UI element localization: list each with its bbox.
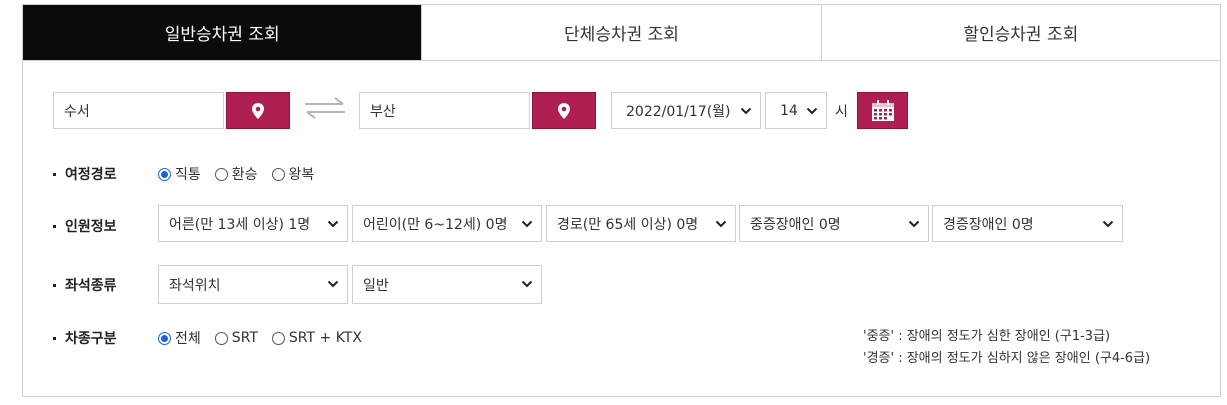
trip-type-label-text: 여정경로 — [65, 167, 117, 183]
radio-label: SRT + KTX — [288, 330, 362, 346]
map-pin-icon — [252, 102, 264, 119]
seat-position-select[interactable]: 좌석위치 — [158, 265, 348, 304]
chevron-down-icon — [521, 220, 533, 228]
adult-count-select[interactable]: 어른(만 13세 이상) 1명 — [158, 205, 348, 242]
severe-disability-count-select[interactable]: 중증장애인 0명 — [739, 205, 929, 242]
radio-unchecked-icon — [271, 331, 285, 345]
radio-label: SRT — [231, 330, 258, 346]
chevron-down-icon — [327, 280, 339, 288]
calendar-button[interactable] — [857, 92, 908, 129]
hour-select[interactable]: 14 — [765, 92, 827, 129]
passengers-label: 인원정보 — [53, 216, 117, 236]
date-value: 2022/01/17(월) — [626, 103, 731, 120]
hour-unit-label: 시 — [835, 104, 848, 120]
departure-station-value: 수서 — [64, 103, 90, 120]
train-type-label: 차종구분 — [53, 328, 117, 348]
tab-group-ticket[interactable]: 단체승차권 조회 — [421, 5, 821, 60]
radio-unchecked-icon — [214, 331, 228, 345]
departure-station-search-button[interactable] — [226, 92, 290, 129]
radio-label: 왕복 — [288, 167, 315, 183]
chevron-down-icon — [715, 220, 727, 228]
train-type-srt-radio[interactable]: SRT — [214, 330, 258, 346]
select-value: 중증장애인 0명 — [750, 216, 841, 233]
map-pin-icon — [558, 102, 570, 119]
train-type-all-radio[interactable]: 전체 — [158, 328, 201, 348]
date-select[interactable]: 2022/01/17(월) — [611, 92, 761, 129]
seat-type-label: 좌석종류 — [53, 275, 117, 295]
tab-discount-ticket[interactable]: 할인승차권 조회 — [820, 5, 1220, 60]
select-value: 경로(만 65세 이상) 0명 — [557, 216, 699, 233]
select-value: 좌석위치 — [169, 277, 221, 294]
select-value: 어른(만 13세 이상) 1명 — [169, 216, 311, 233]
bullet — [53, 172, 56, 176]
select-value: 경증장애인 0명 — [943, 216, 1034, 233]
search-panel: 수서 부산 2022/01/17(월) 14 시 여정경로 직통 환승 왕복 인… — [22, 60, 1221, 397]
arrival-station-input[interactable]: 부산 — [359, 92, 530, 129]
radio-label: 환승 — [231, 167, 258, 183]
bullet — [53, 283, 56, 287]
select-value: 어린이(만 6~12세) 0명 — [363, 216, 508, 233]
chevron-down-icon — [740, 107, 752, 115]
tab-general-ticket[interactable]: 일반승차권 조회 — [23, 5, 422, 60]
radio-checked-icon — [158, 331, 171, 345]
bullet — [53, 336, 56, 340]
trip-type-radio-group: 직통 환승 왕복 — [158, 164, 328, 184]
radio-unchecked-icon — [271, 167, 285, 181]
radio-label: 전체 — [175, 331, 201, 347]
arrival-station-search-button[interactable] — [532, 92, 596, 129]
train-type-radio-group: 전체 SRT SRT + KTX — [158, 328, 376, 348]
severe-disability-note: '중증' : 장애의 정도가 심한 장애인 (구1-3급) — [863, 329, 1111, 344]
train-type-srt-ktx-radio[interactable]: SRT + KTX — [271, 330, 362, 346]
hour-value: 14 — [780, 102, 798, 119]
seat-class-select[interactable]: 일반 — [352, 265, 542, 304]
child-count-select[interactable]: 어린이(만 6~12세) 0명 — [352, 205, 542, 242]
trip-type-roundtrip-radio[interactable]: 왕복 — [271, 164, 315, 184]
chevron-down-icon — [806, 107, 818, 115]
arrival-station-value: 부산 — [370, 103, 396, 120]
senior-count-select[interactable]: 경로(만 65세 이상) 0명 — [546, 205, 736, 242]
select-value: 일반 — [363, 277, 389, 294]
radio-label: 직통 — [175, 167, 201, 183]
chevron-down-icon — [1102, 220, 1114, 228]
calendar-icon — [871, 99, 894, 121]
radio-unchecked-icon — [214, 167, 228, 181]
departure-station-input[interactable]: 수서 — [53, 92, 224, 129]
swap-arrows-icon[interactable] — [303, 97, 347, 119]
seat-type-label-text: 좌석종류 — [65, 278, 117, 294]
trip-type-transfer-radio[interactable]: 환승 — [214, 164, 258, 184]
ticket-type-tabs: 일반승차권 조회 단체승차권 조회 할인승차권 조회 — [22, 4, 1221, 60]
radio-checked-icon — [158, 167, 171, 181]
train-type-label-text: 차종구분 — [65, 331, 117, 347]
chevron-down-icon — [908, 220, 920, 228]
trip-type-direct-radio[interactable]: 직통 — [158, 164, 201, 184]
chevron-down-icon — [521, 280, 533, 288]
trip-type-label: 여정경로 — [53, 164, 117, 184]
passengers-label-text: 인원정보 — [65, 219, 117, 235]
bullet — [53, 224, 56, 228]
mild-disability-count-select[interactable]: 경증장애인 0명 — [932, 205, 1123, 242]
mild-disability-note: '경증' : 장애의 정도가 심하지 않은 장애인 (구4-6급) — [863, 351, 1151, 366]
chevron-down-icon — [327, 220, 339, 228]
